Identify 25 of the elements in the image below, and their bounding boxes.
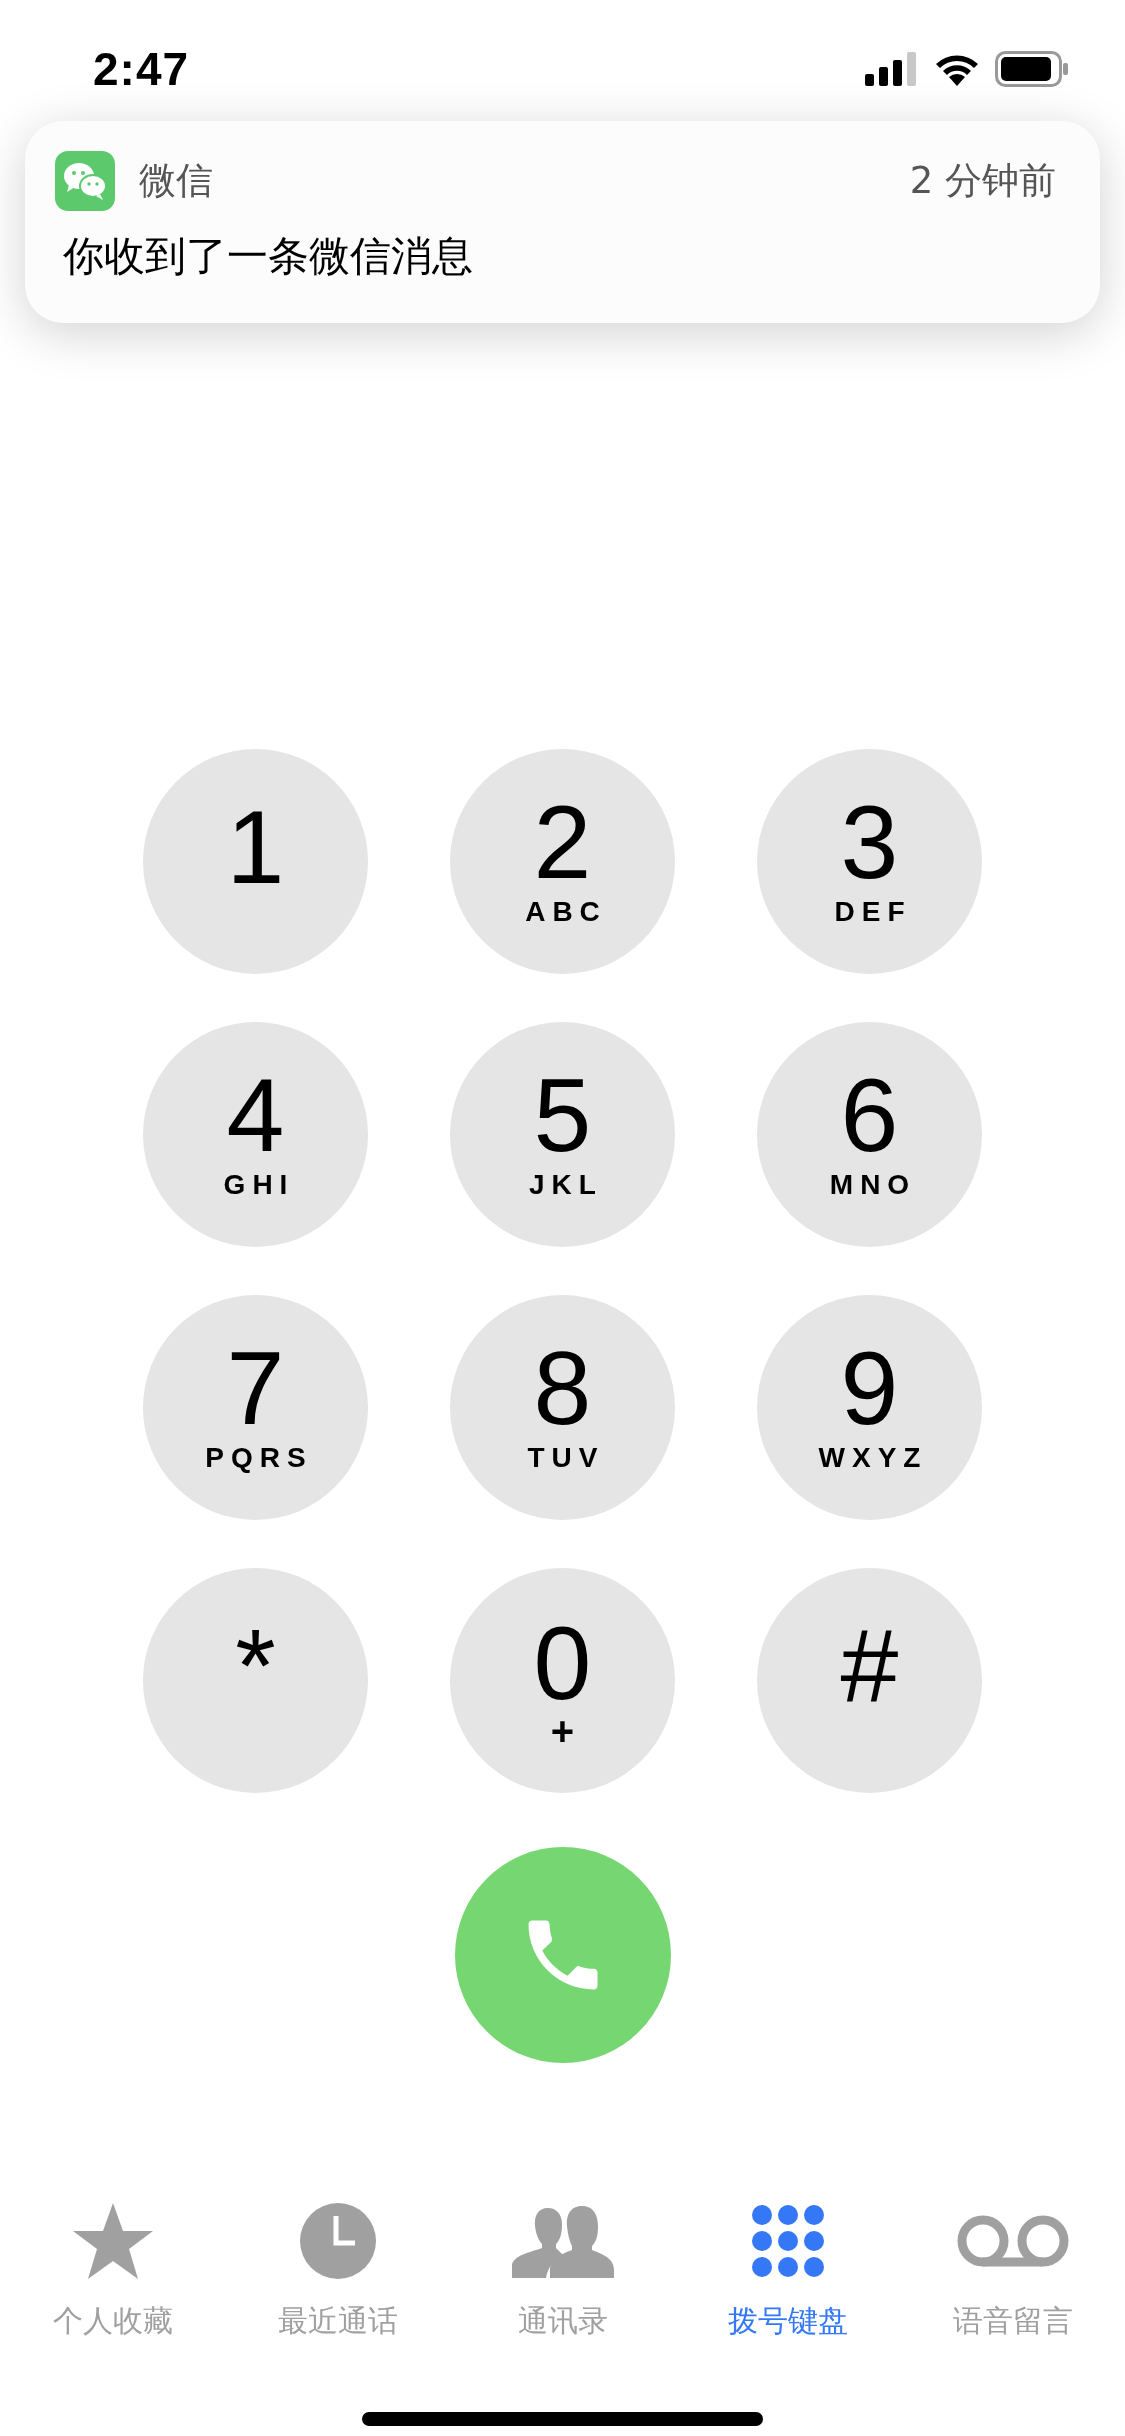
dial-key[interactable]: *: [143, 1568, 368, 1793]
dial-key[interactable]: 8 TUV: [450, 1295, 675, 1520]
dial-key[interactable]: 9 WXYZ: [757, 1295, 982, 1520]
dial-key[interactable]: 2 ABC: [450, 749, 675, 974]
dial-key[interactable]: 6 MNO: [757, 1022, 982, 1247]
status-time: 2:47: [93, 41, 190, 96]
dial-key[interactable]: #: [757, 1568, 982, 1793]
signal-icon: [865, 51, 919, 86]
keypad-icon: [750, 2204, 825, 2278]
voicemail-icon: [956, 2215, 1069, 2267]
clock-icon: [298, 2202, 377, 2280]
notification-card[interactable]: 微信 2 分钟前 你收到了一条微信消息: [25, 121, 1100, 323]
dial-key[interactable]: 7 PQRS: [143, 1295, 368, 1520]
battery-icon: [995, 50, 1069, 87]
dial-key[interactable]: 3 DEF: [757, 749, 982, 974]
notification-time: 2 分钟前: [909, 158, 1056, 204]
dial-key[interactable]: 0 +: [450, 1568, 675, 1793]
dial-key[interactable]: 4 GHI: [143, 1022, 368, 1247]
app-name: 微信: [139, 158, 213, 204]
dial-key[interactable]: 1: [143, 749, 368, 974]
app-icon: [55, 151, 115, 211]
contacts-icon: [511, 2204, 614, 2278]
dial-key[interactable]: 5 JKL: [450, 1022, 675, 1247]
tab-item[interactable]: 拨号键盘: [675, 2199, 900, 2342]
notification-message: 你收到了一条微信消息: [63, 231, 474, 282]
